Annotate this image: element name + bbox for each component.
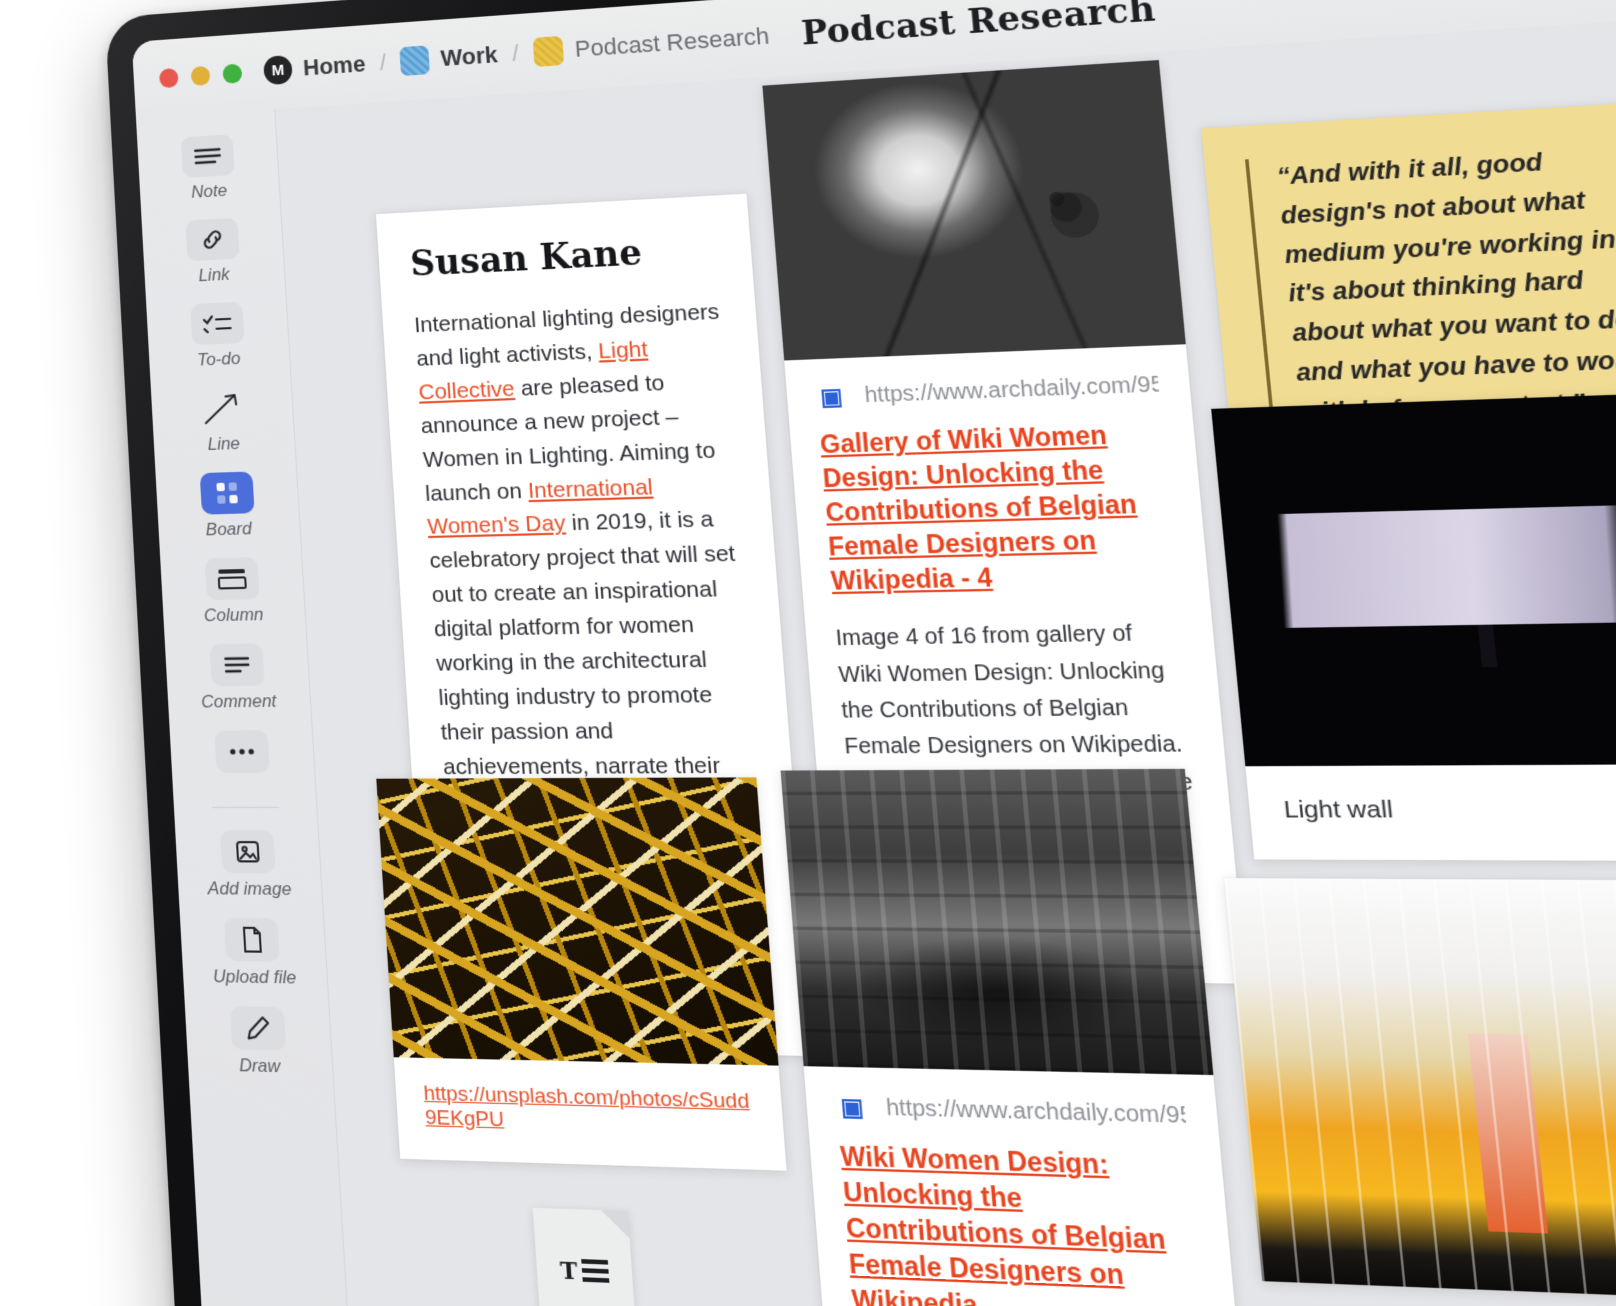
todo-icon (190, 302, 245, 345)
image-card-hall[interactable] (1224, 878, 1616, 1300)
sidebar-tool-label-line: Line (207, 433, 241, 455)
unsplash-image-card[interactable]: https://unsplash.com/photos/cSudd9EKgPU (376, 777, 786, 1170)
laptop-device: M Home / Work / Podcast Research Podcast… (105, 0, 1616, 1306)
link-card-header-2: ▣ https://www.archdaily.com/955712/wiki-… (804, 1066, 1219, 1133)
sidebar-tool-more[interactable] (214, 730, 270, 778)
text-document-icon: T (559, 1255, 609, 1285)
sidebar-tool-label-column: Column (203, 604, 264, 626)
sidebar-tool-add-image[interactable]: Add image (204, 830, 292, 900)
more-icon (214, 730, 270, 773)
sidebar-tool-label-add-image: Add image (207, 878, 292, 900)
breadcrumb: M Home / Work / Podcast Research (263, 21, 770, 85)
document-glyph-lines (581, 1259, 609, 1283)
image-icon (219, 830, 275, 873)
traffic-lights (159, 63, 242, 88)
unsplash-image (376, 777, 778, 1065)
link-card-title-archdaily-2[interactable]: Wiki Women Design: Unlocking the Contrib… (808, 1122, 1238, 1306)
link-card-archdaily-wiki[interactable]: ▣ https://www.archdaily.com/955712/wiki-… (781, 769, 1265, 1306)
comment-icon (209, 643, 264, 686)
sidebar-tool-comment[interactable]: Comment (198, 643, 277, 713)
sidebar-tool-note[interactable]: Note (180, 134, 236, 203)
note-card-title: Susan Kane (409, 228, 719, 285)
breadcrumb-label-work: Work (440, 41, 499, 72)
laptop-screen: M Home / Work / Podcast Research Podcast… (132, 0, 1616, 1306)
sidebar-tool-label-upload-file: Upload file (213, 966, 297, 989)
sidebar-tool-label-note: Note (191, 180, 228, 202)
sidebar-tool-label-todo: To-do (197, 348, 241, 370)
sidebar-tool-link[interactable]: Link (185, 218, 241, 287)
note-icon (180, 134, 234, 178)
sidebar-tool-draw[interactable]: Draw (229, 1006, 287, 1078)
pencil-icon (229, 1006, 285, 1050)
image-card-caption-light-wall: Light wall (1245, 764, 1616, 861)
archdaily-icon: ▣ (815, 382, 848, 413)
sidebar-tool-line[interactable]: Line (194, 386, 250, 455)
breadcrumb-item-home[interactable]: M Home (263, 50, 366, 86)
archdaily-wiki-image (781, 769, 1214, 1075)
sidebar-tool-board[interactable]: Board (199, 471, 256, 540)
avatar-icon: M (263, 55, 293, 85)
screenshot-stage: M Home / Work / Podcast Research Podcast… (0, 0, 1616, 1306)
sidebar-tool-todo[interactable]: To-do (190, 302, 246, 371)
close-window-button[interactable] (159, 67, 179, 87)
note-text-part-1: International lighting designers and lig… (413, 299, 720, 371)
file-icon (224, 918, 280, 962)
image-card-light-wall[interactable]: Light wall (1211, 392, 1616, 861)
sidebar-tool-label-comment: Comment (201, 691, 277, 713)
blue-folder-icon (399, 45, 430, 76)
hall-pillar (1469, 1034, 1549, 1234)
sidebar-tool-label-link: Link (198, 264, 230, 286)
unsplash-card-url[interactable]: https://unsplash.com/photos/cSudd9EKgPU (423, 1082, 750, 1132)
hall-image (1224, 878, 1616, 1300)
app-body: Note Link (136, 0, 1616, 1306)
maximize-window-button[interactable] (222, 63, 242, 84)
silhouette-figure (1475, 603, 1497, 667)
archdaily-gallery-image (762, 60, 1185, 360)
column-icon (204, 557, 259, 600)
document-glyph-letter: T (559, 1255, 578, 1284)
breadcrumb-item-work[interactable]: Work (399, 40, 498, 76)
archdaily-icon-2: ▣ (835, 1092, 869, 1124)
text-document-placeholder[interactable]: T (533, 1208, 637, 1306)
sidebar-divider (211, 807, 279, 808)
breadcrumb-label-podcast-research: Podcast Research (574, 22, 770, 63)
quote-card-text: “And with it all, good design's not abou… (1245, 138, 1616, 434)
breadcrumb-separator-2: / (508, 40, 523, 68)
page-fold-icon (601, 1210, 630, 1238)
sidebar-tool-upload-file[interactable]: Upload file (210, 918, 297, 989)
link-icon (185, 218, 239, 262)
sidebar-tool-label-board: Board (205, 519, 252, 541)
link-card-title-archdaily-1[interactable]: Gallery of Wiki Women Design: Unlocking … (788, 399, 1209, 599)
sidebar-tool-column[interactable]: Column (201, 557, 264, 626)
breadcrumb-label-home: Home (302, 51, 366, 82)
line-icon (194, 386, 249, 429)
minimize-window-button[interactable] (191, 65, 211, 85)
light-wall-image (1211, 392, 1616, 766)
board-canvas[interactable]: Susan Kane International lighting design… (275, 0, 1616, 1306)
sidebar-tool-label-draw: Draw (239, 1055, 281, 1078)
breadcrumb-item-podcast-research[interactable]: Podcast Research (533, 21, 771, 67)
board-icon (199, 471, 254, 514)
breadcrumb-separator: / (376, 49, 390, 76)
yellow-folder-icon (533, 36, 565, 67)
